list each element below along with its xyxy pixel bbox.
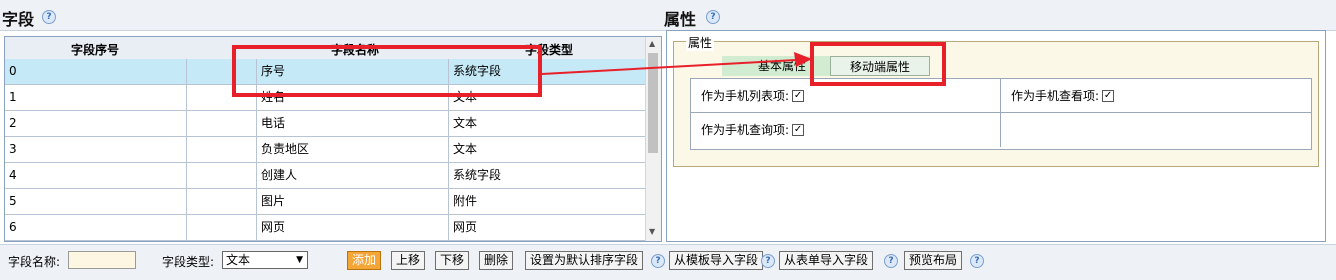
annotation-arrow-icon (541, 52, 812, 75)
